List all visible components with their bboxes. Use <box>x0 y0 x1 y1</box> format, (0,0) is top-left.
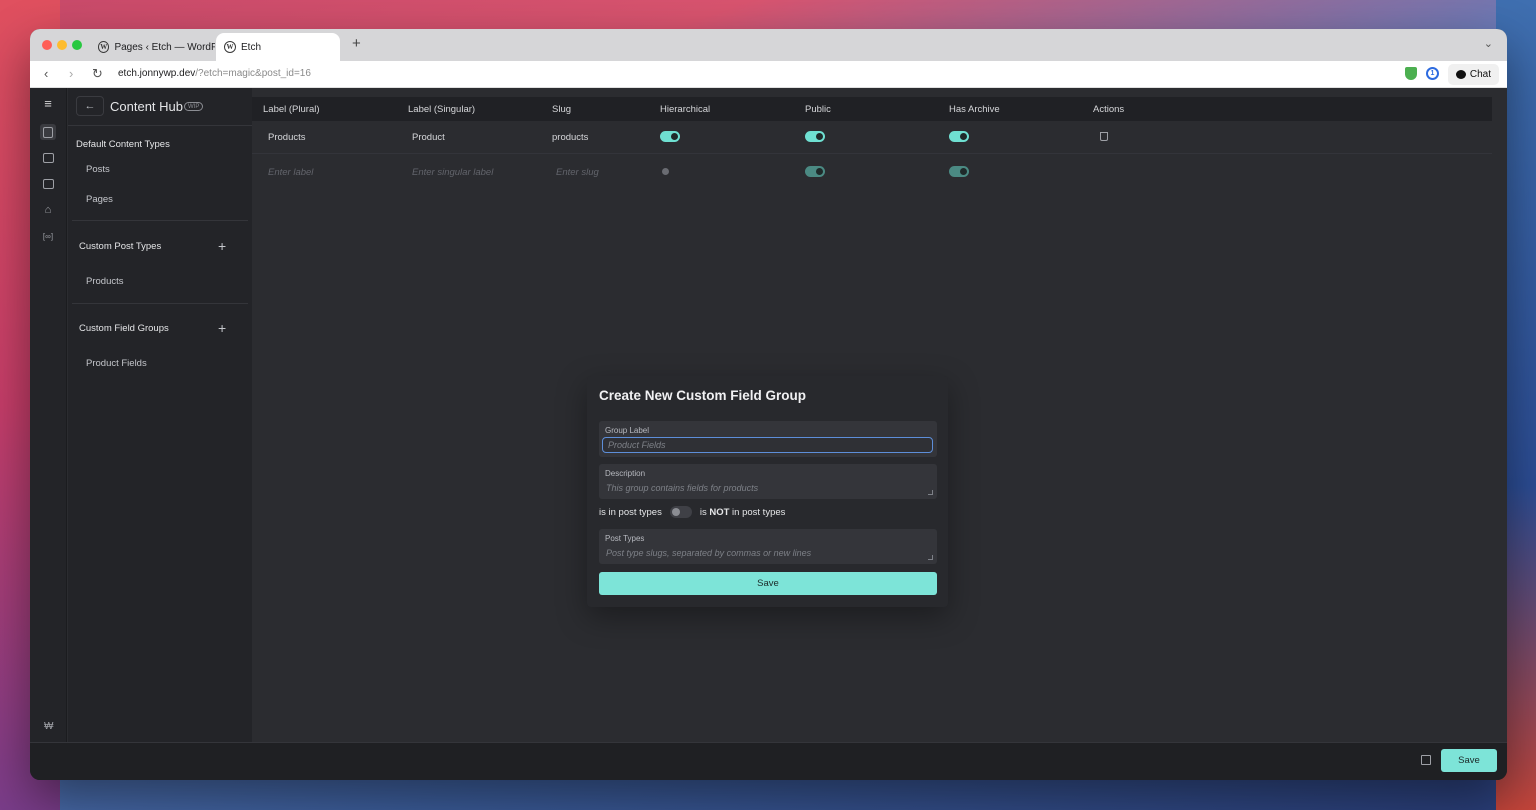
column-header: Hierarchical <box>660 104 711 115</box>
tab-etch[interactable]: W Etch <box>216 33 340 61</box>
group-label-label: Group Label <box>605 426 650 435</box>
image-icon[interactable] <box>40 150 56 166</box>
chevron-down-icon[interactable]: ⌄ <box>1484 37 1493 50</box>
bottom-bar: ₩ Save <box>30 721 1507 780</box>
section-title-default: Default Content Types <box>76 139 170 150</box>
layout-icon[interactable] <box>40 176 56 192</box>
has-archive-toggle[interactable] <box>949 131 969 142</box>
content-hub-sidebar: ← Content Hub WIP Default Content Types … <box>68 88 252 742</box>
maximize-window-button[interactable] <box>72 40 82 50</box>
code-brackets-icon[interactable]: [∞] <box>40 228 56 244</box>
etch-logo-icon[interactable]: ≡ <box>40 95 56 111</box>
wip-badge: WIP <box>184 102 204 111</box>
url-path: /?etch=magic&post_id=16 <box>195 68 311 79</box>
switch-left-label: is in post types <box>599 506 662 518</box>
post-type-mode-toggle[interactable] <box>669 506 692 518</box>
section-title-cpt: Custom Post Types <box>79 241 162 252</box>
post-type-mode-switch-row: is in post types is NOT in post types <box>599 506 785 518</box>
forward-button[interactable]: › <box>69 66 73 81</box>
back-button[interactable]: ‹ <box>44 66 48 81</box>
new-slug-input[interactable]: Enter slug <box>556 167 599 178</box>
column-header: Public <box>805 104 831 115</box>
table-header: Label (Plural) Label (Singular) Slug Hie… <box>252 97 1492 121</box>
reload-button[interactable]: ↻ <box>92 66 103 82</box>
new-tab-button[interactable]: + <box>352 35 361 52</box>
back-arrow-button[interactable]: ← <box>76 96 104 116</box>
switch-right-label: is NOT in post types <box>699 506 786 518</box>
sidebar-header: ← Content Hub WIP <box>68 88 252 126</box>
table-row: Products Product products <box>252 121 1492 154</box>
modal-title: Create New Custom Field Group <box>599 388 807 403</box>
etch-app: ≡ ⌂ [∞] ← Content Hub WIP Default Conten… <box>30 88 1507 780</box>
resize-handle-icon[interactable] <box>928 490 933 495</box>
new-plural-input[interactable]: Enter label <box>268 167 313 178</box>
tab-pages[interactable]: W Pages ‹ Etch — WordPr <box>90 33 215 61</box>
modal-save-button[interactable]: Save <box>599 572 937 595</box>
shield-extension-icon[interactable] <box>1405 67 1417 80</box>
url-domain: etch.jonnywp.dev <box>118 68 196 79</box>
new-row: Enter label Enter singular label Enter s… <box>252 156 1492 189</box>
column-header: Label (Plural) <box>263 104 320 115</box>
post-types-field: Post Types Post type slugs, separated by… <box>599 529 937 564</box>
close-window-button[interactable] <box>42 40 52 50</box>
hierarchical-toggle[interactable] <box>660 131 680 142</box>
external-link-icon[interactable] <box>1421 755 1431 765</box>
chat-button[interactable]: Chat <box>1447 64 1499 85</box>
create-field-group-modal: Create New Custom Field Group Group Labe… <box>587 376 948 607</box>
wordpress-icon: W <box>98 41 110 53</box>
icon-rail: ≡ ⌂ [∞] <box>30 88 67 742</box>
tab-title: Etch <box>241 41 262 53</box>
url-field[interactable]: etch.jonnywp.dev/?etch=magic&post_id=16 <box>118 68 311 79</box>
address-bar: ‹ › ↻ etch.jonnywp.dev/?etch=magic&post_… <box>30 61 1507 88</box>
page-title: Content Hub <box>110 99 183 114</box>
section-title-cfg: Custom Field Groups <box>79 323 169 334</box>
add-field-group-button[interactable]: + <box>218 321 226 335</box>
new-has-archive-toggle[interactable] <box>949 166 969 177</box>
group-label-input[interactable]: Product Fields <box>602 437 933 453</box>
sidebar-item-products[interactable]: Products <box>86 276 124 287</box>
divider <box>72 220 248 221</box>
cell-plural[interactable]: Products <box>268 132 306 143</box>
password-manager-icon[interactable]: 1 <box>1426 67 1439 80</box>
sidebar-item-product-fields[interactable]: Product Fields <box>86 358 147 369</box>
column-header: Slug <box>552 104 572 115</box>
column-header: Label (Singular) <box>408 104 476 115</box>
cell-singular[interactable]: Product <box>412 132 445 143</box>
wordpress-small-icon[interactable]: ₩ <box>44 721 53 732</box>
new-hierarchical-toggle[interactable] <box>660 166 680 177</box>
tab-title: Pages ‹ Etch — WordPr <box>114 41 215 53</box>
post-types-textarea[interactable]: Post type slugs, separated by commas or … <box>606 548 811 558</box>
group-label-field: Group Label Product Fields <box>599 421 937 457</box>
trash-icon[interactable] <box>1100 132 1108 141</box>
add-post-type-button[interactable]: + <box>218 239 226 253</box>
new-singular-input[interactable]: Enter singular label <box>412 167 493 178</box>
sidebar-item-posts[interactable]: Posts <box>86 164 110 175</box>
browser-window: W Pages ‹ Etch — WordPr W Etch + ⌄ ‹ › ↻… <box>30 29 1507 780</box>
description-label: Description <box>605 469 646 478</box>
chat-label: Chat <box>1469 69 1491 80</box>
wordpress-icon: W <box>224 41 236 53</box>
sidebar-item-pages[interactable]: Pages <box>86 194 113 205</box>
save-button[interactable]: Save <box>1441 749 1497 772</box>
description-textarea[interactable]: This group contains fields for products <box>606 483 758 493</box>
divider <box>72 303 248 304</box>
chat-bubble-icon <box>1455 70 1466 79</box>
brush-icon[interactable]: ⌂ <box>40 202 56 218</box>
cell-slug[interactable]: products <box>552 132 588 143</box>
pages-icon[interactable] <box>40 124 56 140</box>
new-public-toggle[interactable] <box>805 166 825 177</box>
description-field: Description This group contains fields f… <box>599 464 937 499</box>
column-header: Has Archive <box>949 104 1000 115</box>
minimize-window-button[interactable] <box>57 40 67 50</box>
tab-strip: W Pages ‹ Etch — WordPr W Etch + ⌄ <box>30 29 1507 61</box>
public-toggle[interactable] <box>805 131 825 142</box>
column-header: Actions <box>1093 104 1125 115</box>
resize-handle-icon[interactable] <box>928 555 933 560</box>
post-types-label: Post Types <box>605 534 645 543</box>
